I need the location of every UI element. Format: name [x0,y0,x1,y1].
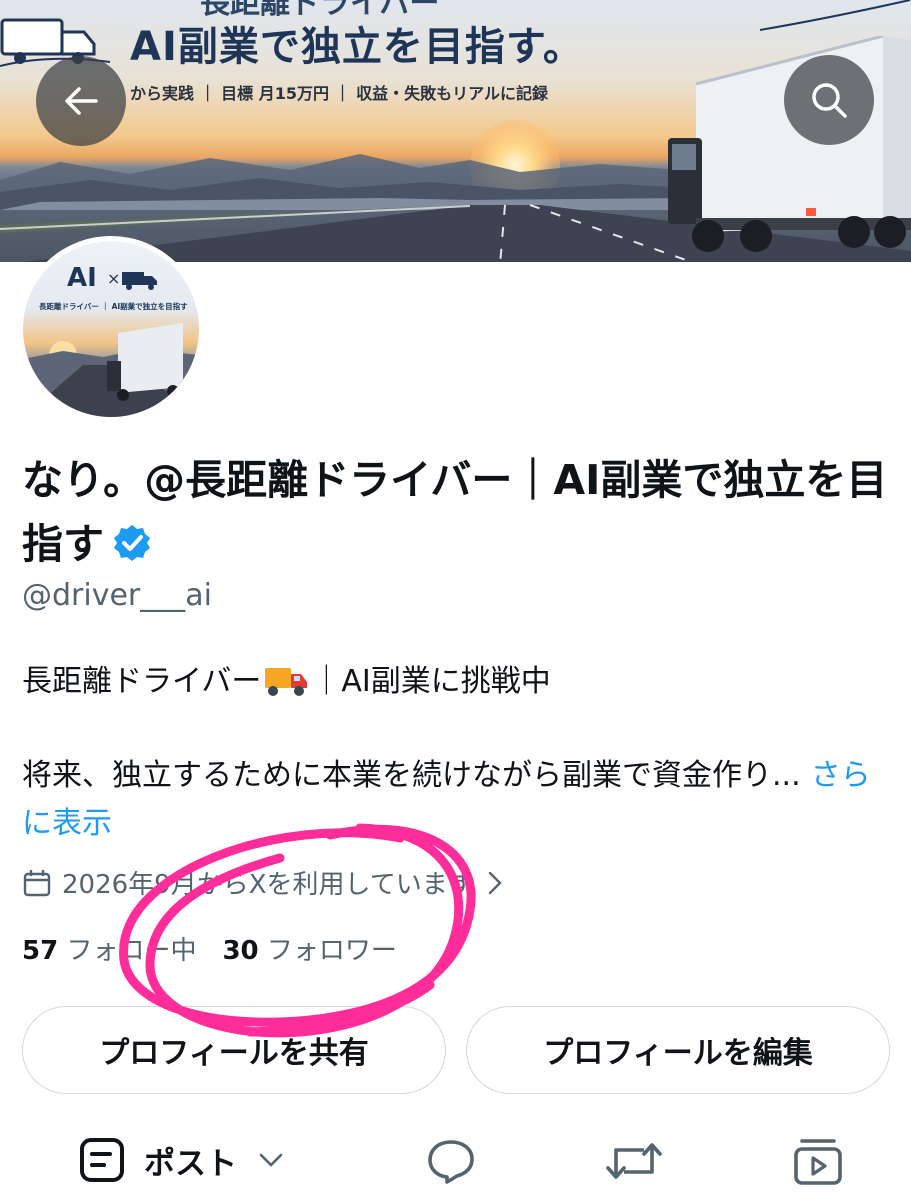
bio-line-2: 将来、独立するために本業を続けながら副業で資金作り... さらに表示 [22,752,892,848]
profile-banner[interactable]: 長距離ドライバー AI副業で独立を目指す。 から実践 ｜ 目標 月15万円 ｜ … [0,0,911,262]
bio-line-1: 長距離ドライバー ｜AI副業に挑戦中 [22,656,551,701]
tab-posts-label: ポスト [144,1145,237,1182]
avatar-x-mark: × [107,269,121,288]
tab-posts[interactable]: ポスト [78,1136,283,1184]
verified-badge-icon[interactable] [112,523,152,563]
truck-emoji-icon [265,667,308,696]
back-button[interactable] [36,56,126,146]
following-link[interactable]: 57 フォロー中 [22,936,196,966]
profile-name: なり。@長距離ドライバー｜AI副業で独立を目指す [22,448,892,576]
profile-handle: @driver___ai [22,578,212,613]
bio-line-2-text: 将来、独立するために本業を続けながら副業で資金作り... [22,758,801,793]
join-date-text: 2026年9月からXを利用しています [62,870,474,900]
following-label: フォロー中 [66,936,197,966]
banner-subtitle: から実践 ｜ 目標 月15万円 ｜ 収益・失敗もリアルに記録 [130,84,548,103]
reply-icon [428,1140,474,1184]
avatar[interactable]: AI × 長距離ドライバー ｜ AI副業で独立を目指す [18,236,204,422]
bio-line-1-a: 長距離ドライバー [22,664,262,699]
followers-link[interactable]: 30 フォロワー [222,936,396,966]
join-date[interactable]: 2026年9月からXを利用しています [22,864,502,901]
avatar-caption: 長距離ドライバー ｜ AI副業で独立を目指す [39,302,188,311]
following-count: 57 [22,936,59,966]
edit-profile-button[interactable]: プロフィールを編集 [466,1006,890,1094]
follow-stats: 57 フォロー中 30 フォロワー [22,930,397,967]
avatar-image: AI × 長距離ドライバー ｜ AI副業で独立を目指す [23,241,199,417]
followers-count: 30 [222,936,259,966]
banner-swoosh [760,0,911,31]
avatar-ai-text: AI [67,263,97,293]
banner-title: AI副業で独立を目指す。 [130,24,584,70]
video-icon [794,1139,842,1185]
tab-reposts[interactable] [606,1140,662,1182]
share-profile-button[interactable]: プロフィールを共有 [22,1006,446,1094]
bio-line-1-b: ｜AI副業に挑戦中 [311,664,551,699]
tab-replies[interactable] [426,1138,476,1184]
search-icon [812,83,847,118]
tab-videos[interactable] [792,1138,844,1186]
back-arrow-icon [65,87,98,115]
search-button[interactable] [784,55,874,145]
chevron-right-icon [488,871,502,894]
banner-truck [668,36,911,252]
repost-icon [606,1143,662,1179]
avatar-scene [23,323,199,417]
calendar-icon [23,869,51,896]
posts-icon [80,1138,124,1182]
avatar-truck-logo [122,272,157,290]
chevron-down-icon[interactable] [259,1153,283,1167]
followers-label: フォロワー [266,936,397,966]
